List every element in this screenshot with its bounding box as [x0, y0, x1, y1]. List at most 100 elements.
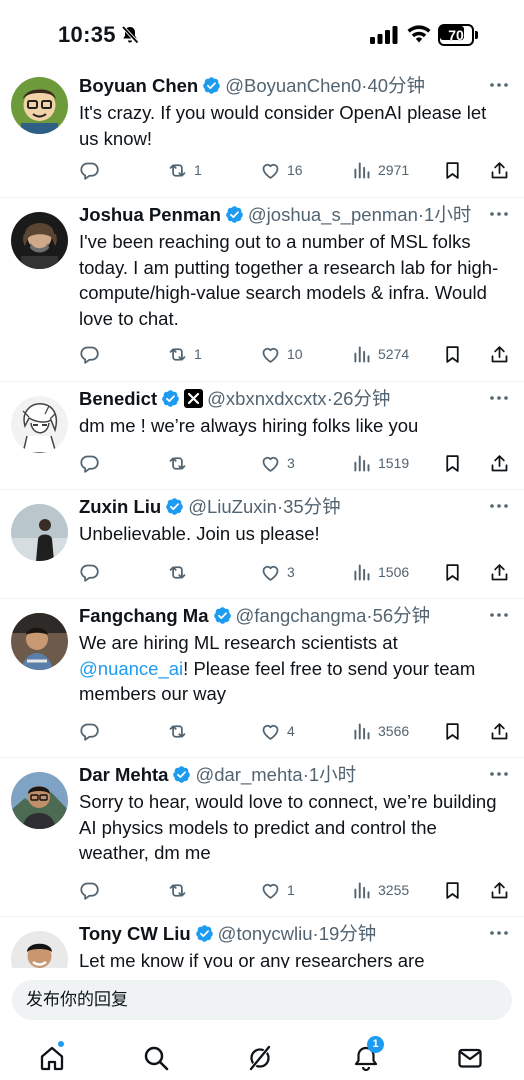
- repost-button[interactable]: [167, 719, 194, 743]
- repost-button[interactable]: 1: [167, 158, 202, 182]
- tweet-time[interactable]: 19分钟: [319, 923, 377, 944]
- tweet[interactable]: Dar Mehta @dar_mehta·1小时 Sorry to hear, w…: [0, 759, 524, 917]
- repost-button[interactable]: [167, 451, 194, 475]
- tab-search[interactable]: [142, 1044, 170, 1072]
- like-button[interactable]: 16: [260, 158, 303, 182]
- more-options-icon[interactable]: [488, 207, 510, 221]
- author-handle[interactable]: @LiuZuxin: [188, 496, 277, 517]
- reply-button[interactable]: [79, 560, 106, 584]
- share-button[interactable]: [489, 719, 510, 743]
- tweet-time[interactable]: 35分钟: [283, 496, 341, 517]
- like-button[interactable]: 1: [260, 878, 295, 902]
- tab-home[interactable]: [38, 1041, 66, 1072]
- like-button[interactable]: 3: [260, 560, 295, 584]
- avatar[interactable]: [11, 772, 68, 829]
- share-button[interactable]: [489, 451, 510, 475]
- views-button[interactable]: 3255: [351, 878, 409, 902]
- views-count: 1519: [378, 455, 410, 471]
- like-button[interactable]: 4: [260, 719, 295, 743]
- share-button[interactable]: [489, 878, 510, 902]
- reply-button[interactable]: [79, 451, 106, 475]
- tweet[interactable]: Tony CW Liu @tonycwliu·19分钟 Let me know i…: [0, 918, 524, 968]
- repost-button[interactable]: [167, 560, 194, 584]
- views-button[interactable]: 1506: [351, 560, 409, 584]
- author-name[interactable]: Boyuan Chen: [79, 75, 198, 96]
- more-options-icon[interactable]: [488, 608, 510, 622]
- tweet-time[interactable]: 1小时: [309, 764, 356, 785]
- repost-button[interactable]: 1: [167, 342, 202, 366]
- author-name[interactable]: Fangchang Ma: [79, 605, 209, 626]
- tweet[interactable]: Boyuan Chen @BoyuanChen0·40分钟 It's crazy.…: [0, 70, 524, 198]
- avatar[interactable]: [11, 77, 68, 134]
- author-handle[interactable]: @BoyuanChen0: [225, 75, 361, 96]
- more-options-icon[interactable]: [488, 78, 510, 92]
- reply-placeholder: 发布你的回复: [26, 990, 128, 1009]
- avatar[interactable]: [11, 613, 68, 670]
- replies-feed[interactable]: Boyuan Chen @BoyuanChen0·40分钟 It's crazy.…: [0, 70, 524, 968]
- tweet-time[interactable]: 1小时: [424, 204, 471, 225]
- like-button[interactable]: 3: [260, 451, 295, 475]
- author-handle[interactable]: @dar_mehta: [195, 764, 302, 785]
- author-handle[interactable]: @fangchangma: [236, 605, 367, 626]
- tweet[interactable]: Joshua Penman @joshua_s_penman·1小时 I've b…: [0, 199, 524, 382]
- bookmark-icon: [446, 345, 459, 363]
- like-count: 3: [287, 564, 295, 580]
- tab-grok[interactable]: [246, 1044, 274, 1072]
- author-name[interactable]: Tony CW Liu: [79, 923, 191, 944]
- tweet-time[interactable]: 56分钟: [373, 605, 431, 626]
- author-handle[interactable]: @tonycwliu: [218, 923, 313, 944]
- heart-icon: [262, 163, 279, 179]
- tweet-actions: 1 16 2971: [79, 158, 509, 182]
- reply-button[interactable]: [79, 719, 106, 743]
- bookmark-button[interactable]: [442, 560, 463, 584]
- views-count: 3566: [378, 723, 410, 739]
- author-handle[interactable]: @joshua_s_penman: [248, 204, 418, 225]
- more-options-icon[interactable]: [488, 926, 510, 940]
- bookmark-button[interactable]: [442, 878, 463, 902]
- avatar[interactable]: [11, 396, 68, 453]
- bookmark-button[interactable]: [442, 719, 463, 743]
- reply-button[interactable]: [79, 158, 106, 182]
- author-handle[interactable]: @xbxnxdxcxtx: [207, 388, 327, 409]
- share-button[interactable]: [489, 158, 510, 182]
- avatar[interactable]: [11, 212, 68, 269]
- views-button[interactable]: 5274: [351, 342, 409, 366]
- bookmark-button[interactable]: [442, 342, 463, 366]
- tweet-time[interactable]: 26分钟: [333, 388, 391, 409]
- bookmark-button[interactable]: [442, 451, 463, 475]
- views-button[interactable]: 3566: [351, 719, 409, 743]
- tweet[interactable]: Fangchang Ma @fangchangma·56分钟 We are hir…: [0, 600, 524, 758]
- more-options-icon[interactable]: [488, 767, 510, 781]
- author-name[interactable]: Dar Mehta: [79, 764, 168, 785]
- author-name[interactable]: Benedict: [79, 388, 157, 409]
- bookmark-button[interactable]: [442, 158, 463, 182]
- affiliate-x-icon[interactable]: [184, 389, 204, 408]
- author-name[interactable]: Zuxin Liu: [79, 496, 161, 517]
- avatar[interactable]: [11, 504, 68, 561]
- author-name[interactable]: Joshua Penman: [79, 204, 221, 225]
- more-options-icon[interactable]: [488, 391, 510, 405]
- tweet[interactable]: Benedict @xbxnxdxcxtx·26分钟 dm me ! we’re …: [0, 383, 524, 490]
- tweet-actions: 1 3255: [79, 878, 509, 902]
- tweet-header: Tony CW Liu @tonycwliu·19分钟: [79, 922, 484, 946]
- repost-button[interactable]: [167, 878, 194, 902]
- tweet[interactable]: Zuxin Liu @LiuZuxin·35分钟 Unbelievable. Jo…: [0, 491, 524, 599]
- share-button[interactable]: [489, 560, 510, 584]
- reply-button[interactable]: [79, 878, 106, 902]
- tab-messages[interactable]: [456, 1044, 484, 1072]
- avatar[interactable]: [11, 931, 68, 968]
- like-button[interactable]: 10: [260, 342, 303, 366]
- reply-button[interactable]: [79, 342, 106, 366]
- tweet-time[interactable]: 40分钟: [367, 75, 425, 96]
- views-button[interactable]: 2971: [351, 158, 409, 182]
- repost-count: 1: [194, 346, 202, 362]
- reply-input[interactable]: 发布你的回复: [12, 980, 512, 1020]
- more-options-icon[interactable]: [488, 499, 510, 513]
- views-button[interactable]: 1519: [351, 451, 409, 475]
- share-button[interactable]: [489, 342, 510, 366]
- repost-icon: [169, 163, 186, 177]
- tab-notifications[interactable]: 1: [352, 1036, 384, 1072]
- tweet-text: Let me know if you or any researchers ar…: [79, 950, 425, 968]
- views-chart-icon: [354, 564, 370, 580]
- mention-link[interactable]: @nuance_ai: [79, 658, 183, 679]
